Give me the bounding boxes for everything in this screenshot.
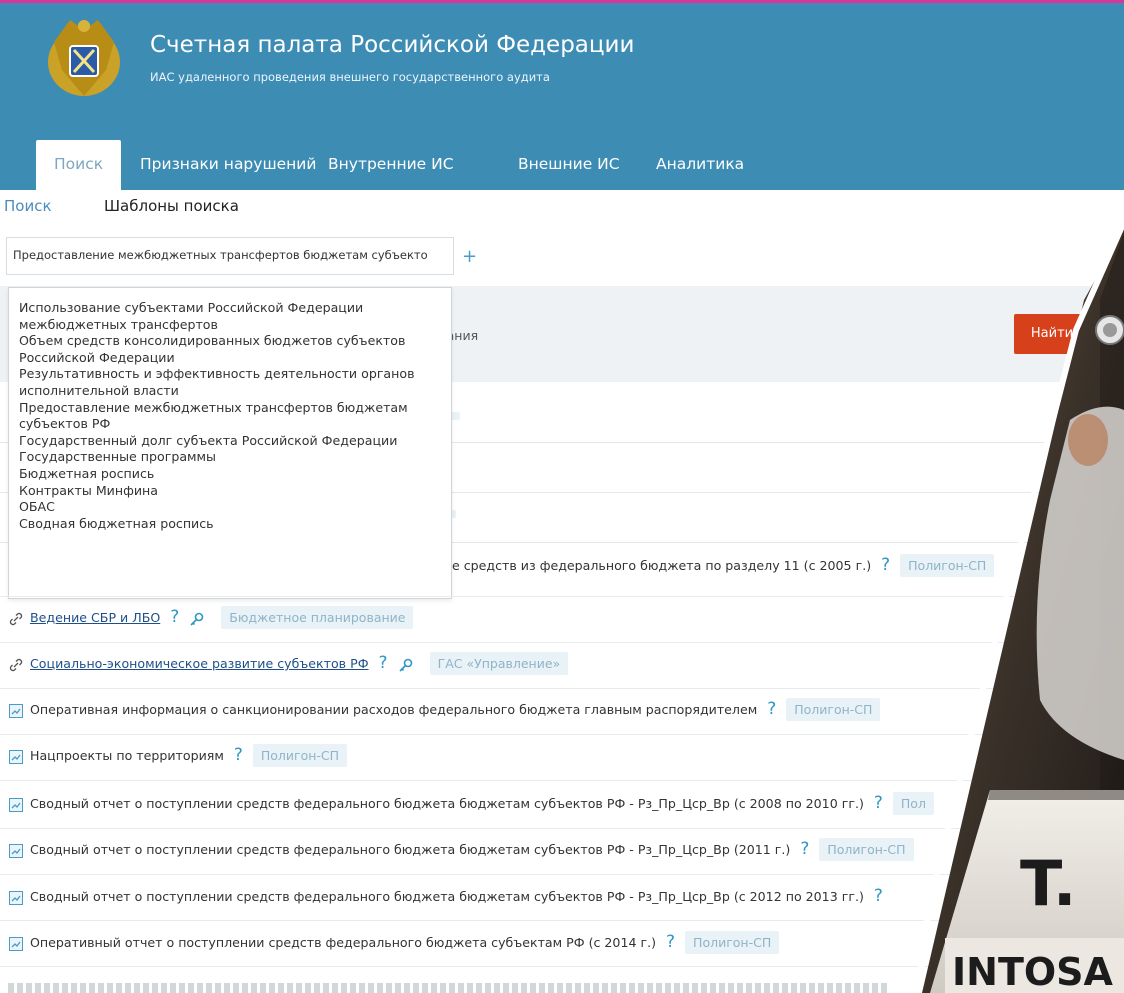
link-icon <box>9 612 23 625</box>
dropdown-item[interactable]: Бюджетная роспись <box>19 466 451 483</box>
result-link[interactable]: Ведение СБР и ЛБО <box>30 610 160 625</box>
row-divider <box>0 828 1124 829</box>
result-row: е средств из федерального бюджета по раз… <box>452 554 995 577</box>
help-icon[interactable]: ? <box>170 607 179 627</box>
result-row: Социально-экономическое развитие субъект… <box>8 652 569 675</box>
dropdown-item[interactable]: Сводная бюджетная роспись <box>19 516 451 533</box>
row-divider <box>0 734 1124 735</box>
main-nav: Поиск Признаки нарушений Внутренние ИС В… <box>0 128 1124 190</box>
subtab-templates[interactable]: Шаблоны поиска <box>104 195 239 217</box>
row-divider <box>0 780 1124 781</box>
header-accent-line <box>0 0 1124 3</box>
result-title[interactable]: е средств из федерального бюджета по раз… <box>452 558 871 573</box>
row-divider <box>0 596 1124 597</box>
source-tag: Полигон-СП <box>786 698 881 721</box>
source-tag: Полигон-СП <box>252 744 348 767</box>
result-row: Оперативная информация о санкционировани… <box>8 698 881 721</box>
report-icon <box>9 797 23 812</box>
row-divider <box>0 688 1124 689</box>
source-tag: Полигон-СП <box>685 931 780 954</box>
find-button[interactable]: Найти <box>1014 314 1090 354</box>
cut-off-row <box>8 978 908 993</box>
help-icon[interactable]: ? <box>767 699 776 719</box>
dropdown-item[interactable]: Государственный долг субъекта Российской… <box>19 433 451 450</box>
help-icon[interactable]: ? <box>666 932 675 952</box>
help-icon[interactable]: ? <box>881 555 890 575</box>
result-row: Нацпроекты по территориям? Полигон-СП <box>8 744 348 767</box>
result-title[interactable]: Оперативная информация о санкционировани… <box>30 702 757 717</box>
link-icon <box>9 658 23 671</box>
tab-analytics[interactable]: Аналитика <box>656 140 744 190</box>
report-icon <box>9 890 23 905</box>
subtab-search[interactable]: Поиск <box>4 195 52 217</box>
report-icon <box>9 703 23 718</box>
result-row: Оперативный отчет о поступлении средств … <box>8 931 780 954</box>
dropdown-item[interactable]: Использование субъектами Российской Феде… <box>19 300 451 333</box>
result-title[interactable]: Сводный отчет о поступлении средств феде… <box>30 842 790 857</box>
dropdown-item[interactable]: Государственные программы <box>19 449 451 466</box>
tab-violation-signs[interactable]: Признаки нарушений <box>140 140 316 190</box>
dropdown-item[interactable]: Результативность и эффективность деятель… <box>19 366 451 399</box>
source-tag: Бюджетное планирование <box>221 606 414 629</box>
result-row: Ведение СБР и ЛБО? Бюджетное планирование <box>8 606 414 629</box>
tab-search[interactable]: Поиск <box>36 140 122 190</box>
org-subtitle: ИАС удаленного проведения внешнего госуд… <box>150 70 550 84</box>
source-tag: Полигон-СП <box>900 554 995 577</box>
help-icon[interactable]: ? <box>234 745 243 765</box>
row-divider <box>0 966 1124 967</box>
source-tag: Пол <box>892 792 934 815</box>
result-row: Сводный отчет о поступлении средств феде… <box>8 838 914 861</box>
source-tag: ГАС «Управление» <box>429 652 569 675</box>
report-icon <box>9 749 23 764</box>
tab-internal-systems[interactable]: Внутренние ИС <box>328 140 454 190</box>
org-title: Счетная палата Российской Федерации <box>150 32 635 58</box>
coat-of-arms-logo <box>48 20 120 96</box>
help-icon[interactable]: ? <box>874 886 883 906</box>
dropdown-item[interactable]: Контракты Минфина <box>19 483 451 500</box>
template-dropdown: Использование субъектами Российской Феде… <box>8 287 452 599</box>
template-select-value: Предоставление межбюджетных трансфертов … <box>13 248 428 262</box>
result-row: Сводный отчет о поступлении средств феде… <box>8 792 934 815</box>
nameplate-letter: T. <box>1020 847 1076 920</box>
report-icon <box>9 843 23 858</box>
dropdown-item[interactable]: Предоставление межбюджетных трансфертов … <box>19 400 451 433</box>
key-icon[interactable] <box>189 611 205 627</box>
result-title[interactable]: Оперативный отчет о поступлении средств … <box>30 935 656 950</box>
tab-external-systems[interactable]: Внешние ИС <box>518 140 620 190</box>
report-icon <box>9 936 23 951</box>
source-tag: Полигон-СП <box>819 838 914 861</box>
dropdown-item[interactable]: ОБАС <box>19 499 451 516</box>
result-title[interactable]: Нацпроекты по территориям <box>30 748 224 763</box>
result-row: Сводный отчет о поступлении средств феде… <box>8 885 893 907</box>
row-divider <box>0 874 1124 875</box>
row-divider <box>0 920 1124 921</box>
help-icon[interactable]: ? <box>379 653 388 673</box>
help-icon[interactable]: ? <box>874 793 883 813</box>
result-title[interactable]: Сводный отчет о поступлении средств феде… <box>30 796 864 811</box>
key-icon[interactable] <box>398 657 414 673</box>
add-template-button[interactable]: + <box>462 246 477 267</box>
row-divider <box>0 642 1124 643</box>
result-title[interactable]: Сводный отчет о поступлении средств феде… <box>30 889 864 904</box>
dropdown-item[interactable]: Объем средств консолидированных бюджетов… <box>19 333 451 366</box>
result-link[interactable]: Социально-экономическое развитие субъект… <box>30 656 369 671</box>
help-icon[interactable]: ? <box>800 839 809 859</box>
nameplate-org: INTOSA <box>952 950 1114 993</box>
